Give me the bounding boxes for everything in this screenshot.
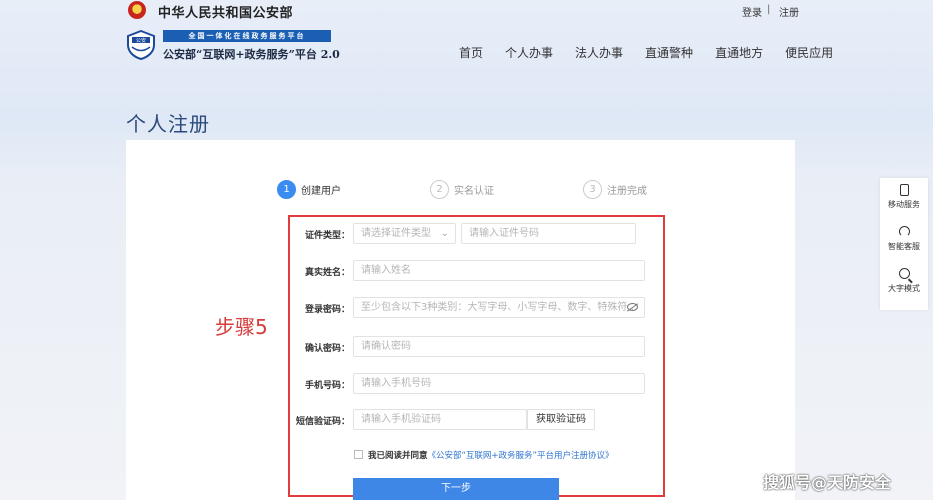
smart-support-item[interactable]: 智能客服	[880, 226, 928, 252]
register-link[interactable]: 注册	[779, 4, 799, 19]
nav-item-local[interactable]: 直通地方	[715, 44, 763, 61]
password-placeholder: 至少包含以下3种类别：大写字母、小写字母、数字、特殊符…	[361, 302, 638, 313]
large-font-mode-item[interactable]: 大字模式	[880, 268, 928, 294]
mobile-service-item[interactable]: 移动服务	[880, 184, 928, 210]
id-type-select[interactable]: 请选择证件类型 ⌄	[353, 223, 456, 244]
step-1-number: 1	[277, 180, 296, 199]
step-3: 3 注册完成	[583, 180, 647, 199]
confirm-password-input[interactable]	[353, 336, 645, 357]
nav-item-personal[interactable]: 个人办事	[505, 44, 553, 61]
id-number-input[interactable]	[461, 223, 636, 244]
step-1-label: 创建用户	[301, 186, 341, 197]
next-step-button[interactable]: 下一步	[353, 478, 559, 500]
phone-label: 手机号码：	[304, 381, 350, 391]
id-type-placeholder: 请选择证件类型	[361, 228, 431, 239]
agree-text: 我已阅读并同意《公安部“互联网+政务服务”平台用户注册协议》	[368, 449, 613, 461]
agree-prefix: 我已阅读并同意	[368, 451, 428, 461]
separator: |	[767, 4, 771, 15]
large-font-mode-label: 大字模式	[888, 284, 920, 293]
real-name-input[interactable]	[353, 260, 645, 281]
step-2-label: 实名认证	[454, 186, 494, 197]
svg-text:公安: 公安	[136, 37, 146, 44]
real-name-label: 真实姓名：	[304, 268, 350, 278]
get-sms-code-button[interactable]: 获取验证码	[527, 409, 595, 430]
password-label: 登录密码：	[304, 305, 350, 315]
main-nav: 首页 个人办事 法人办事 直通警种 直通地方 便民应用	[459, 44, 855, 61]
chevron-down-icon: ⌄	[440, 228, 449, 239]
phone-input[interactable]	[353, 373, 645, 394]
floating-service-panel: 移动服务 智能客服 大字模式	[880, 178, 928, 310]
banner-strip: 全国一体化在线政务服务平台	[163, 30, 331, 42]
nav-item-home[interactable]: 首页	[459, 44, 483, 61]
id-type-label: 证件类型：	[304, 231, 350, 241]
mobile-service-label: 移动服务	[888, 200, 920, 209]
site-name: 中华人民共和国公安部	[158, 6, 294, 21]
password-input[interactable]: 至少包含以下3种类别：大写字母、小写字母、数字、特殊符…	[353, 297, 645, 318]
police-shield-logo-icon: 公安	[127, 30, 155, 60]
sms-code-label: 短信验证码：	[295, 417, 350, 427]
agree-checkbox[interactable]	[354, 450, 363, 459]
page-title: 个人注册	[126, 112, 210, 136]
step-2-number: 2	[430, 180, 449, 199]
step-3-number: 3	[583, 180, 602, 199]
agreement-link[interactable]: 《公安部“互联网+政务服务”平台用户注册协议》	[428, 451, 614, 461]
national-emblem-icon	[128, 1, 146, 19]
nav-item-legal-person[interactable]: 法人办事	[575, 44, 623, 61]
smart-support-label: 智能客服	[888, 242, 920, 251]
nav-item-convenience[interactable]: 便民应用	[785, 44, 833, 61]
watermark: 搜狐号@天防安全	[763, 473, 892, 492]
headset-icon	[898, 226, 910, 237]
step-1: 1 创建用户	[277, 180, 341, 199]
sms-code-input[interactable]	[353, 409, 527, 430]
platform-name: 公安部“互联网+政务服务”平台 2.0	[163, 48, 340, 61]
step-indicator: 1 创建用户 2 实名认证 3 注册完成	[277, 180, 677, 200]
step-3-label: 注册完成	[607, 186, 647, 197]
login-link[interactable]: 登录	[742, 4, 762, 19]
top-bar: 中华人民共和国公安部 登录 | 注册	[0, 0, 933, 22]
step-2: 2 实名认证	[430, 180, 494, 199]
step-annotation: 步骤5	[215, 315, 268, 339]
nav-item-police-types[interactable]: 直通警种	[645, 44, 693, 61]
magnifier-icon	[898, 268, 910, 279]
mobile-icon	[899, 184, 909, 196]
eye-slash-icon[interactable]	[627, 303, 638, 311]
confirm-password-label: 确认密码：	[304, 344, 350, 354]
